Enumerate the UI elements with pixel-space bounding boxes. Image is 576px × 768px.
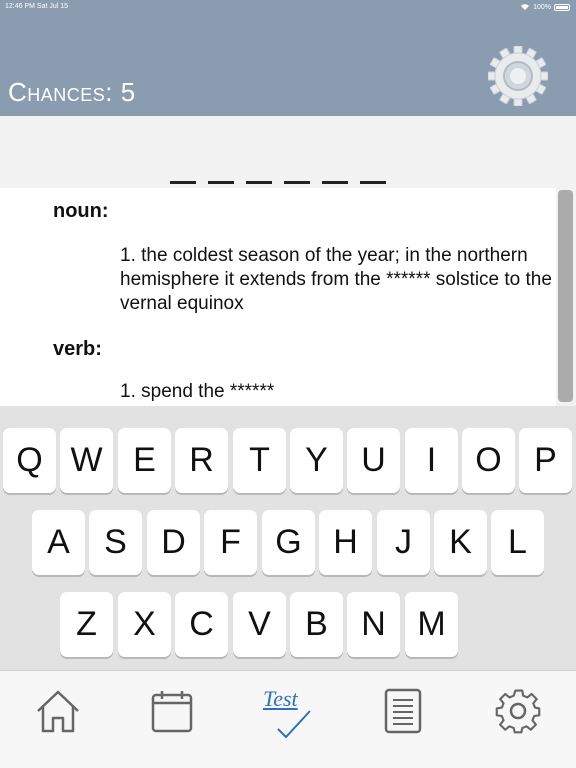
key-q[interactable]: Q — [3, 428, 56, 493]
key-u[interactable]: U — [347, 428, 400, 493]
key-t[interactable]: T — [233, 428, 286, 493]
word-area — [0, 116, 576, 188]
key-e[interactable]: E — [118, 428, 171, 493]
key-a[interactable]: A — [32, 510, 85, 575]
word-blanks — [170, 156, 386, 184]
key-y[interactable]: Y — [290, 428, 343, 493]
key-c[interactable]: C — [175, 592, 228, 657]
header: 12:46 PM Sat Jul 15 100% Chances: 5 — [0, 0, 576, 116]
tab-settings[interactable] — [488, 681, 548, 741]
calendar-icon — [151, 691, 193, 733]
tab-calendar[interactable] — [142, 681, 202, 741]
key-r[interactable]: R — [175, 428, 228, 493]
tab-test[interactable]: Test — [256, 681, 316, 741]
key-w[interactable]: W — [60, 428, 113, 493]
tab-bar: Test — [0, 670, 576, 768]
key-i[interactable]: I — [405, 428, 458, 493]
home-icon — [37, 690, 79, 733]
letter-blank — [246, 156, 272, 184]
key-k[interactable]: K — [434, 510, 487, 575]
status-right: 100% — [520, 3, 570, 11]
tab-test-label: Test — [263, 686, 298, 711]
battery-percent: 100% — [533, 3, 551, 11]
key-g[interactable]: G — [262, 510, 315, 575]
tab-home[interactable] — [28, 681, 88, 741]
key-b[interactable]: B — [290, 592, 343, 657]
keyboard: Q W E R T Y U I O P A S D F G H J K L Z … — [0, 406, 576, 670]
key-n[interactable]: N — [347, 592, 400, 657]
letter-blank — [360, 156, 386, 184]
definitions-panel[interactable]: noun: 1. the coldest season of the year;… — [0, 188, 556, 406]
key-j[interactable]: J — [377, 510, 430, 575]
settings-icon — [495, 689, 541, 734]
letter-blank — [284, 156, 310, 184]
tab-document[interactable] — [373, 681, 433, 741]
key-d[interactable]: D — [147, 510, 200, 575]
key-m[interactable]: M — [405, 592, 458, 657]
part-of-speech-verb: verb: — [53, 338, 102, 360]
key-z[interactable]: Z — [60, 592, 113, 657]
chances-label: Chances: 5 — [8, 77, 136, 107]
key-x[interactable]: X — [118, 592, 171, 657]
part-of-speech-noun: noun: — [53, 200, 109, 222]
key-o[interactable]: O — [462, 428, 515, 493]
key-s[interactable]: S — [89, 510, 142, 575]
key-l[interactable]: L — [491, 510, 544, 575]
definition-verb: 1. spend the ****** — [120, 381, 275, 402]
letter-blank — [170, 156, 196, 184]
battery-icon — [554, 3, 570, 11]
key-f[interactable]: F — [204, 510, 257, 575]
scrollbar-thumb[interactable] — [558, 190, 573, 402]
document-icon — [384, 688, 422, 734]
letter-blank — [322, 156, 348, 184]
definition-noun: 1. the coldest season of the year; in th… — [120, 245, 552, 314]
key-h[interactable]: H — [319, 510, 372, 575]
letter-blank — [208, 156, 234, 184]
key-p[interactable]: P — [519, 428, 572, 493]
key-v[interactable]: V — [233, 592, 286, 657]
wifi-icon — [521, 4, 530, 10]
status-time: 12:46 PM Sat Jul 15 — [5, 3, 69, 10]
status-bar: 12:46 PM Sat Jul 15 100% — [0, 0, 576, 14]
settings-gear-icon[interactable] — [488, 46, 548, 106]
